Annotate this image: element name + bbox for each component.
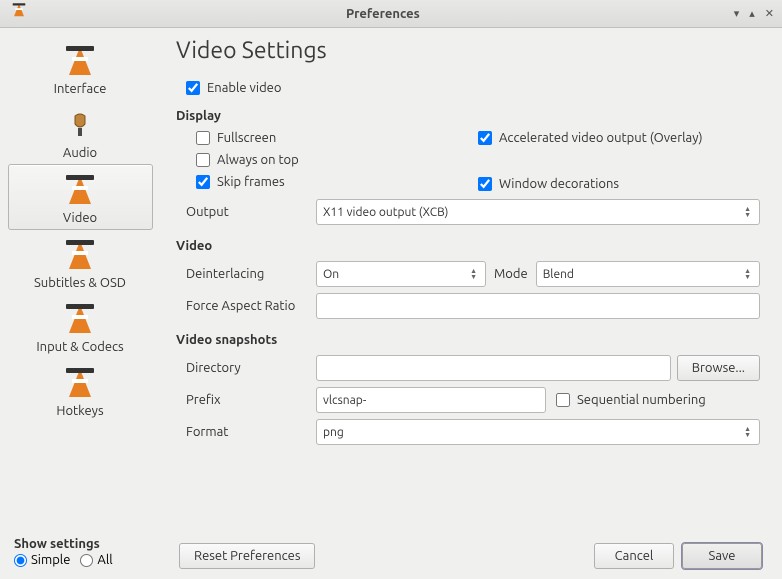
output-label: Output [186, 205, 316, 219]
close-icon[interactable]: ✕ [765, 7, 774, 20]
sidebar-item-interface[interactable]: Interface [8, 36, 153, 100]
spinner-icon: ▲▼ [470, 268, 479, 280]
main-panel: Video Settings Enable video Display Full… [160, 28, 782, 537]
sidebar-item-label: Audio [63, 146, 97, 160]
sidebar-item-label: Input & Codecs [36, 340, 123, 354]
mode-select[interactable]: Blend▲▼ [536, 261, 760, 287]
format-label: Format [186, 425, 316, 439]
video-section-title: Video [176, 239, 760, 253]
deinterlacing-select[interactable]: On▲▼ [316, 261, 486, 287]
snapshots-section-title: Video snapshots [176, 333, 760, 347]
interface-icon [60, 42, 100, 80]
sequential-numbering-checkbox[interactable]: Sequential numbering [556, 393, 706, 407]
audio-icon [60, 106, 100, 144]
sidebar-item-label: Interface [54, 82, 107, 96]
force-aspect-ratio-input[interactable] [316, 293, 760, 319]
all-radio[interactable]: All [80, 553, 112, 567]
always-on-top-checkbox[interactable]: Always on top [196, 153, 478, 167]
accelerated-output-checkbox[interactable]: Accelerated video output (Overlay) [478, 131, 760, 145]
sidebar-item-label: Video [63, 211, 97, 225]
mode-label: Mode [494, 267, 528, 281]
spinner-icon: ▲▼ [744, 206, 753, 218]
page-title: Video Settings [176, 38, 760, 63]
cancel-button[interactable]: Cancel [594, 543, 674, 569]
enable-video-label: Enable video [207, 81, 281, 95]
format-select[interactable]: png▲▼ [316, 419, 760, 445]
fullscreen-checkbox[interactable]: Fullscreen [196, 131, 478, 145]
titlebar: Preferences ▾ ▴ ✕ [0, 0, 782, 28]
simple-radio[interactable]: Simple [14, 553, 70, 567]
enable-video-checkbox[interactable]: Enable video [186, 81, 281, 95]
directory-input[interactable] [316, 355, 671, 381]
directory-label: Directory [186, 361, 316, 375]
deinterlacing-label: Deinterlacing [186, 267, 316, 281]
vlc-cone-icon [8, 6, 24, 22]
sidebar-item-video[interactable]: Video [8, 164, 153, 230]
sidebar-item-label: Hotkeys [56, 404, 103, 418]
sidebar-item-hotkeys[interactable]: Hotkeys [8, 358, 153, 422]
force-aspect-ratio-label: Force Aspect Ratio [186, 299, 316, 313]
window-decorations-checkbox[interactable]: Window decorations [478, 177, 760, 191]
browse-button[interactable]: Browse... [677, 355, 760, 381]
sidebar: Interface Audio Video Subtitles & OSD In… [0, 28, 160, 537]
skip-frames-checkbox[interactable]: Skip frames [196, 175, 478, 189]
save-button[interactable]: Save [682, 543, 762, 569]
sidebar-item-label: Subtitles & OSD [34, 276, 126, 290]
prefix-label: Prefix [186, 393, 316, 407]
reset-preferences-button[interactable]: Reset Preferences [179, 543, 315, 569]
prefix-input[interactable] [316, 387, 546, 413]
spinner-icon: ▲▼ [744, 426, 753, 438]
sidebar-item-audio[interactable]: Audio [8, 100, 153, 164]
hotkeys-icon [60, 364, 100, 402]
maximize-icon[interactable]: ▴ [749, 7, 755, 20]
sidebar-item-input-codecs[interactable]: Input & Codecs [8, 294, 153, 358]
window-title: Preferences [32, 7, 734, 21]
codecs-icon [60, 300, 100, 338]
minimize-icon[interactable]: ▾ [734, 7, 740, 20]
show-settings-title: Show settings [14, 537, 113, 551]
video-icon [60, 171, 100, 209]
spinner-icon: ▲▼ [744, 268, 753, 280]
display-section-title: Display [176, 109, 760, 123]
subtitles-icon [60, 236, 100, 274]
show-settings: Show settings Simple All [14, 537, 113, 567]
output-select[interactable]: X11 video output (XCB) ▲▼ [316, 199, 760, 225]
sidebar-item-subtitles[interactable]: Subtitles & OSD [8, 230, 153, 294]
